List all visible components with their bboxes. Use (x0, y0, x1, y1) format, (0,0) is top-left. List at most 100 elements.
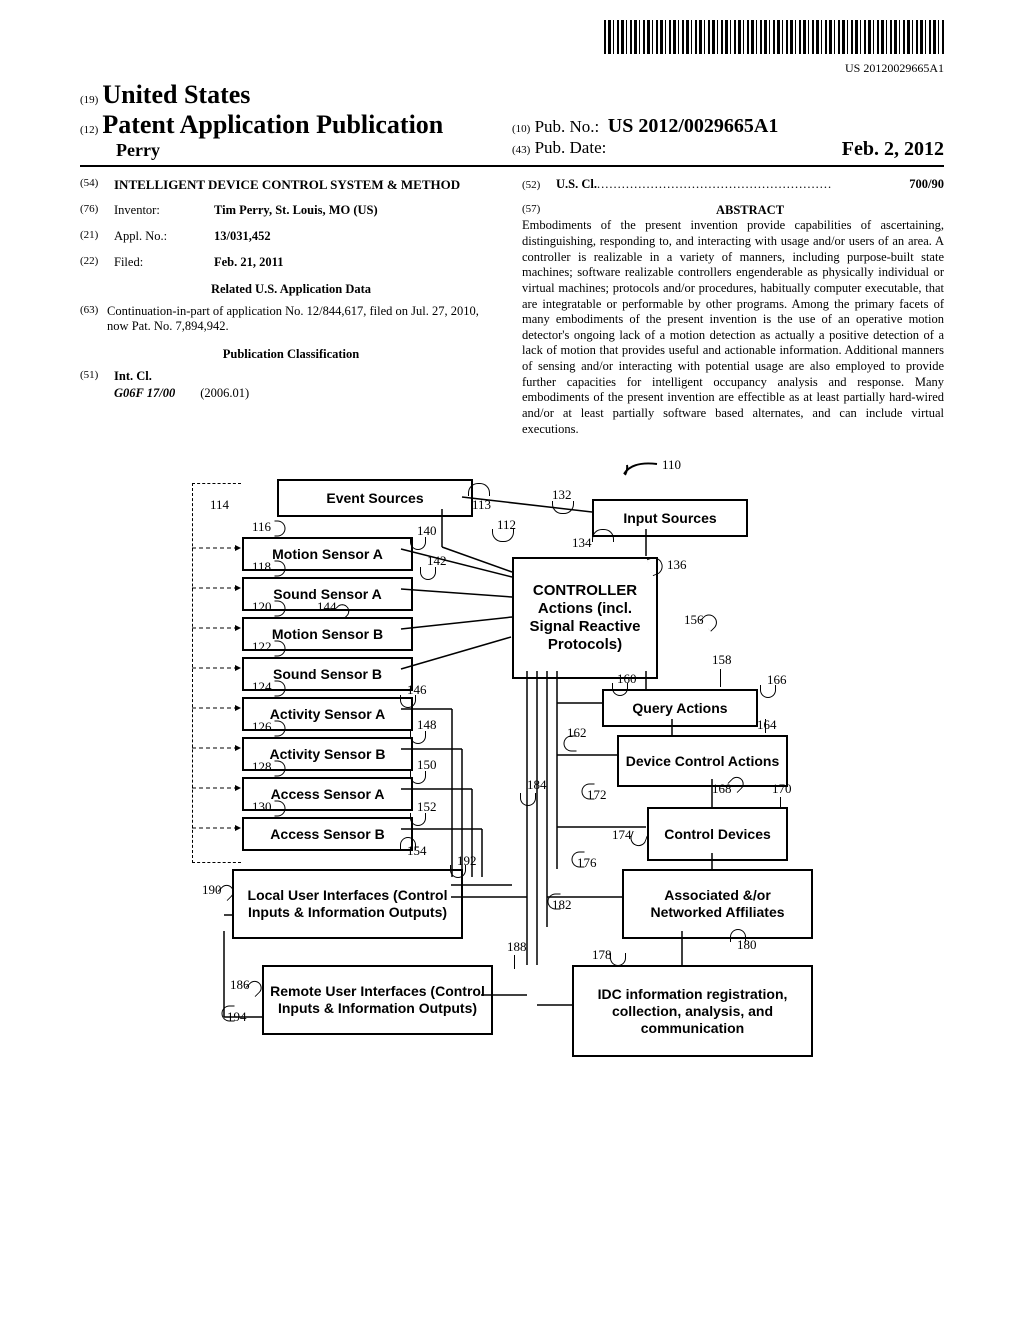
event-sources-label: Event Sources (326, 490, 423, 507)
control-devices-label: Control Devices (664, 826, 771, 843)
controller-box: CONTROLLER Actions (incl. Signal Reactiv… (512, 557, 658, 679)
lead-curve (760, 685, 776, 698)
inventor-row: (76) Inventor: Tim Perry, St. Louis, MO … (80, 203, 502, 219)
right-column: (52) U.S. Cl. ..........................… (522, 177, 944, 437)
intcl-value-row: G06F 17/00 (2006.01) (80, 386, 502, 402)
ref-178: 178 (592, 947, 612, 963)
ref-130: 130 (252, 799, 272, 815)
doc-type: Patent Application Publication (102, 110, 443, 139)
code-22: (22) (80, 255, 114, 271)
code-54: (54) (80, 177, 114, 193)
ref-188: 188 (507, 939, 527, 955)
ref-184: 184 (527, 777, 547, 793)
intcl-code: G06F 17/00 (114, 386, 175, 400)
ref-110: 110 (662, 457, 681, 473)
remote-ui-label: Remote User Interfaces (Control Inputs &… (270, 983, 485, 1017)
header-right: (10) Pub. No.: US 2012/0029665A1 (43) Pu… (512, 115, 944, 161)
input-sources-label: Input Sources (623, 510, 716, 527)
abstract-text: Embodiments of the present invention pro… (522, 218, 944, 437)
access-sensor-a-label: Access Sensor A (271, 786, 385, 803)
lead-curve (275, 761, 286, 777)
event-sources-box: Event Sources (277, 479, 473, 517)
lead-curve (450, 865, 466, 878)
barcode-area: US 20120029665A1 (80, 20, 944, 76)
code-21: (21) (80, 229, 114, 245)
pub-no-label: Pub. No.: (535, 117, 600, 136)
motion-sensor-b-label: Motion Sensor B (272, 626, 383, 643)
local-ui-label: Local User Interfaces (Control Inputs & … (240, 887, 455, 921)
flourish-icon (622, 459, 662, 479)
ref-136: 136 (667, 557, 687, 573)
access-sensor-b-box: Access Sensor B (242, 817, 413, 851)
ref-114: 114 (210, 497, 229, 513)
code-51: (51) (80, 369, 114, 385)
lead-curve (275, 801, 286, 817)
lead-curve (730, 929, 746, 942)
affiliates-label: Associated &/or Networked Affiliates (630, 887, 805, 921)
remote-ui-box: Remote User Interfaces (Control Inputs &… (262, 965, 493, 1035)
applno-row: (21) Appl. No.: 13/031,452 (80, 229, 502, 245)
ref-113: 113 (472, 497, 491, 513)
country: United States (102, 80, 250, 109)
activity-sensor-a-label: Activity Sensor A (270, 706, 385, 723)
barcode (604, 20, 944, 54)
lead (514, 955, 515, 969)
code-76: (76) (80, 203, 114, 219)
pubclass-title: Publication Classification (80, 347, 502, 363)
ref-164: 164 (757, 717, 777, 733)
inventor-value: Tim Perry, St. Louis, MO (US) (214, 203, 378, 219)
ref-126: 126 (252, 719, 272, 735)
code-12: (12) (80, 124, 98, 136)
author-name: Perry (80, 140, 495, 161)
ref-118: 118 (252, 559, 271, 575)
invention-title: INTELLIGENT DEVICE CONTROL SYSTEM & METH… (114, 177, 460, 193)
lead (765, 719, 766, 733)
lead-curve (410, 537, 426, 550)
lead-curve (520, 793, 536, 806)
ref-122: 122 (252, 639, 272, 655)
ref-134: 134 (572, 535, 592, 551)
input-sources-box: Input Sources (592, 499, 748, 537)
lead-curve (572, 852, 585, 868)
related-text: Continuation-in-part of application No. … (107, 304, 502, 335)
idc-label: IDC information registration, collection… (580, 986, 805, 1036)
lead-curve (275, 721, 286, 737)
inventor-label: Inventor: (114, 203, 214, 219)
filed-label: Filed: (114, 255, 214, 271)
related-title: Related U.S. Application Data (80, 282, 502, 298)
lead-curve (275, 521, 286, 537)
intcl-year: (2006.01) (200, 386, 249, 400)
device-control-actions-label: Device Control Actions (626, 753, 780, 770)
lead-curve (410, 813, 426, 826)
ref-170: 170 (772, 781, 792, 797)
code-43: (43) (512, 144, 530, 156)
lead-curve (468, 483, 490, 496)
code-57: (57) (522, 203, 556, 219)
applno-label: Appl. No.: (114, 229, 214, 245)
intcl-row: (51) Int. Cl. (80, 369, 502, 385)
code-19: (19) (80, 94, 98, 106)
motion-sensor-a-label: Motion Sensor A (272, 546, 383, 563)
lead-curve (222, 1006, 235, 1022)
applno-value: 13/031,452 (214, 229, 271, 245)
code-63: (63) (80, 304, 107, 335)
country-line: (19) United States (80, 80, 495, 110)
lead-curve (410, 771, 426, 784)
lead-curve (548, 894, 561, 910)
lead (720, 669, 721, 687)
uscl-value: 700/90 (909, 177, 944, 193)
barcode-number: US 20120029665A1 (80, 61, 944, 76)
control-devices-box: Control Devices (647, 807, 788, 861)
related-row: (63) Continuation-in-part of application… (80, 304, 502, 335)
pub-no-line: (10) Pub. No.: US 2012/0029665A1 (512, 115, 944, 138)
dashed-arrows (192, 537, 242, 847)
code-52: (52) (522, 179, 556, 193)
abstract-title: ABSTRACT (556, 203, 944, 219)
pub-no: US 2012/0029665A1 (608, 115, 779, 137)
lead-curve (492, 529, 514, 542)
filed-value: Feb. 21, 2011 (214, 255, 283, 271)
title-row: (54) INTELLIGENT DEVICE CONTROL SYSTEM &… (80, 177, 502, 193)
biblio-columns: (54) INTELLIGENT DEVICE CONTROL SYSTEM &… (80, 177, 944, 437)
uscl-label: U.S. Cl. (556, 177, 597, 193)
lead-curve (592, 529, 614, 542)
